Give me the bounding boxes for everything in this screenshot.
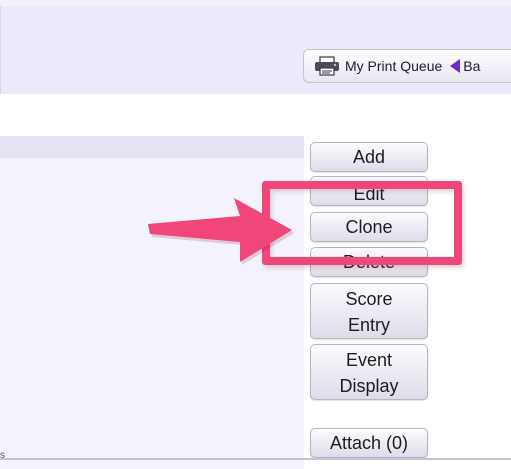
- printer-icon: [315, 56, 339, 76]
- attach-button[interactable]: Attach (0): [310, 428, 428, 458]
- footer-divider: [0, 458, 511, 460]
- event-display-label-line2: Display: [339, 376, 399, 396]
- edit-button[interactable]: Edit: [310, 176, 428, 206]
- score-entry-label-line1: Score: [345, 289, 393, 309]
- page: My Print Queue Ba Add Edit Clone Delete …: [0, 0, 511, 469]
- header-top-edge: [0, 0, 511, 6]
- print-queue-link[interactable]: My Print Queue: [345, 58, 442, 74]
- back-arrow-icon[interactable]: [450, 59, 461, 73]
- delete-button[interactable]: Delete: [310, 247, 428, 277]
- print-queue-toolbar[interactable]: My Print Queue Ba: [303, 49, 511, 83]
- event-display-label-line1: Event: [345, 350, 393, 370]
- delete-button-label: Delete: [342, 252, 396, 272]
- event-display-button[interactable]: Event Display: [310, 344, 428, 400]
- edit-button-label: Edit: [353, 184, 385, 204]
- score-entry-button[interactable]: Score Entry: [310, 283, 428, 339]
- score-entry-label-line2: Entry: [347, 315, 390, 335]
- add-button-label: Add: [352, 147, 386, 167]
- content-header-row: [0, 136, 304, 158]
- add-button[interactable]: Add: [310, 142, 428, 172]
- clone-button-label: Clone: [345, 217, 393, 237]
- content-top-gap: [0, 94, 304, 136]
- footer-glyph: s: [0, 450, 5, 461]
- back-link[interactable]: Ba: [463, 58, 480, 74]
- clone-button[interactable]: Clone: [310, 212, 428, 242]
- attach-button-label: Attach (0): [329, 433, 409, 453]
